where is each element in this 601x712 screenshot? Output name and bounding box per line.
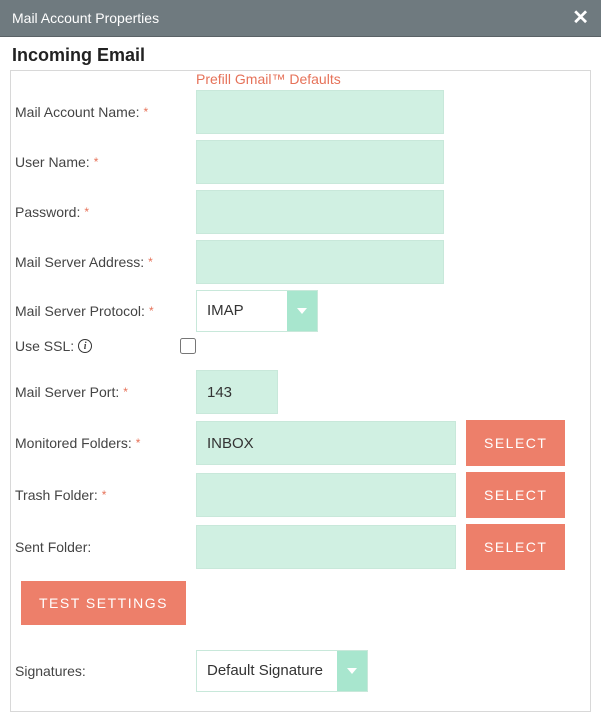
trash-folder-field[interactable]	[196, 473, 456, 517]
password-label: Password:*	[11, 204, 196, 220]
mail-server-protocol-select[interactable]: IMAP	[196, 290, 318, 332]
user-name-field[interactable]	[196, 140, 444, 184]
sent-folder-label: Sent Folder:	[11, 539, 196, 555]
prefill-gmail-link[interactable]: Prefill Gmail™ Defaults	[196, 71, 590, 87]
select-trash-folder-button[interactable]: SELECT	[466, 472, 565, 518]
use-ssl-label: Use SSL: i	[11, 338, 196, 354]
mail-account-name-field[interactable]	[196, 90, 444, 134]
signatures-select[interactable]: Default Signature	[196, 650, 368, 692]
info-icon[interactable]: i	[78, 339, 92, 353]
protocol-value: IMAP	[197, 291, 287, 331]
mail-server-protocol-label: Mail Server Protocol:*	[11, 303, 196, 319]
form-content: Prefill Gmail™ Defaults Mail Account Nam…	[10, 70, 591, 712]
signatures-label: Signatures:	[11, 663, 196, 679]
dialog-title: Mail Account Properties	[12, 10, 159, 26]
mail-account-name-label: Mail Account Name:*	[11, 104, 196, 120]
password-field[interactable]	[196, 190, 444, 234]
chevron-down-icon[interactable]	[337, 651, 367, 691]
mail-server-port-field[interactable]	[196, 370, 278, 414]
mail-server-port-label: Mail Server Port:*	[11, 384, 196, 400]
mail-server-address-label: Mail Server Address:*	[11, 254, 196, 270]
test-settings-button[interactable]: TEST SETTINGS	[21, 581, 186, 625]
close-icon[interactable]: ✕	[572, 8, 589, 28]
trash-folder-label: Trash Folder:*	[11, 487, 196, 503]
user-name-label: User Name:*	[11, 154, 196, 170]
select-sent-folder-button[interactable]: SELECT	[466, 524, 565, 570]
monitored-folders-label: Monitored Folders:*	[11, 435, 196, 451]
signature-value: Default Signature	[197, 651, 337, 691]
monitored-folders-field[interactable]	[196, 421, 456, 465]
section-title: Incoming Email	[0, 37, 601, 68]
chevron-down-icon[interactable]	[287, 291, 317, 331]
sent-folder-field[interactable]	[196, 525, 456, 569]
select-monitored-folders-button[interactable]: SELECT	[466, 420, 565, 466]
mail-server-address-field[interactable]	[196, 240, 444, 284]
dialog-header: Mail Account Properties ✕	[0, 0, 601, 37]
use-ssl-checkbox[interactable]	[180, 338, 196, 354]
